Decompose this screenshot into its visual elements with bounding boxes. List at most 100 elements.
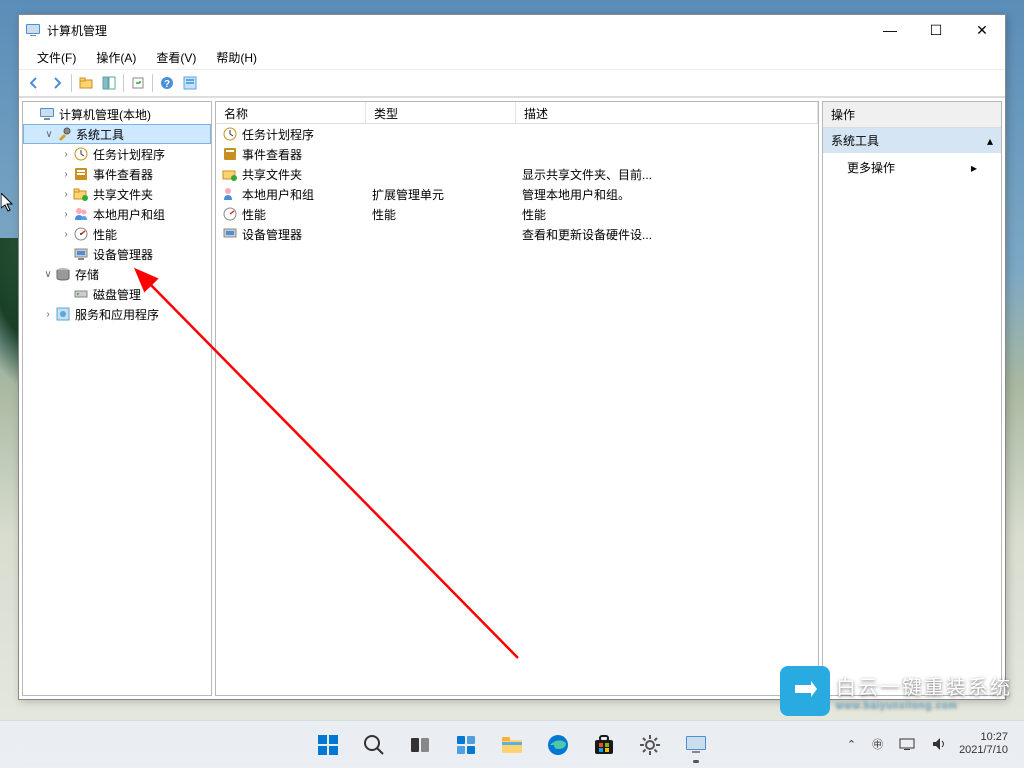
expand-icon[interactable]: › — [41, 309, 55, 320]
shared-icon — [222, 166, 238, 182]
minimize-button[interactable]: — — [867, 15, 913, 45]
toolbar: ? — [19, 69, 1005, 97]
widgets-button[interactable] — [446, 725, 486, 765]
expand-icon[interactable]: › — [59, 149, 73, 160]
tree-performance[interactable]: › 性能 — [23, 224, 211, 244]
tree-device-manager[interactable]: 设备管理器 — [23, 244, 211, 264]
expand-icon[interactable]: › — [59, 209, 73, 220]
tray-language-icon[interactable]: ㊥ — [868, 736, 887, 752]
actions-section[interactable]: 系统工具 ▴ — [823, 128, 1001, 153]
list-item-task-scheduler[interactable]: 任务计划程序 — [216, 124, 818, 144]
help-button[interactable]: ? — [156, 72, 178, 94]
tree-item-label: 设备管理器 — [93, 246, 153, 263]
clock-icon — [222, 126, 238, 142]
close-button[interactable]: ✕ — [959, 15, 1005, 45]
explorer-button[interactable] — [492, 725, 532, 765]
more-actions-link[interactable]: 更多操作 ▸ — [823, 153, 1001, 182]
toolbar-separator — [123, 74, 124, 92]
list-header: 名称 类型 描述 — [216, 102, 818, 124]
tree-task-scheduler[interactable]: › 任务计划程序 — [23, 144, 211, 164]
tray-network-icon[interactable] — [895, 736, 919, 752]
tray-chevron-icon[interactable]: ⌃ — [843, 738, 860, 751]
cell-desc: 显示共享文件夹、目前... — [516, 166, 818, 183]
tree-storage[interactable]: ∨ 存储 — [23, 264, 211, 284]
compmgmt-taskbar-button[interactable] — [676, 725, 716, 765]
tree-item-label: 性能 — [93, 226, 117, 243]
actions-header: 操作 — [823, 102, 1001, 128]
cell-desc: 管理本地用户和组。 — [516, 186, 818, 203]
cell-name: 共享文件夹 — [242, 166, 302, 183]
tree-root[interactable]: 计算机管理(本地) — [23, 104, 211, 124]
forward-button[interactable] — [46, 72, 68, 94]
maximize-button[interactable]: ☐ — [913, 15, 959, 45]
menu-action[interactable]: 操作(A) — [86, 47, 146, 68]
cell-name: 本地用户和组 — [242, 186, 314, 203]
toolbar-separator — [152, 74, 153, 92]
disk-icon — [73, 286, 89, 302]
tree-item-label: 任务计划程序 — [93, 146, 165, 163]
clock-icon — [73, 146, 89, 162]
tree-system-tools[interactable]: ∨ 系统工具 — [23, 124, 211, 144]
menu-file[interactable]: 文件(F) — [27, 47, 86, 68]
event-icon — [222, 146, 238, 162]
list-item-performance[interactable]: 性能 性能 性能 — [216, 204, 818, 224]
collapse-icon[interactable]: ∨ — [41, 269, 55, 280]
tree-event-viewer[interactable]: › 事件查看器 — [23, 164, 211, 184]
taskbar[interactable]: ⌃ ㊥ 10:27 2021/7/10 — [0, 720, 1024, 768]
expand-icon[interactable]: › — [59, 229, 73, 240]
performance-icon — [222, 206, 238, 222]
settings-button[interactable] — [630, 725, 670, 765]
list-item-local-users[interactable]: 本地用户和组 扩展管理单元 管理本地用户和组。 — [216, 184, 818, 204]
tray-volume-icon[interactable] — [927, 736, 951, 752]
taskbar-items — [308, 725, 716, 765]
expand-icon[interactable]: › — [59, 169, 73, 180]
tree-services-apps[interactable]: › 服务和应用程序 — [23, 304, 211, 324]
menu-help[interactable]: 帮助(H) — [206, 47, 267, 68]
services-icon — [55, 306, 71, 322]
edge-button[interactable] — [538, 725, 578, 765]
refresh-button[interactable] — [127, 72, 149, 94]
up-button[interactable] — [75, 72, 97, 94]
tray-clock[interactable]: 10:27 2021/7/10 — [959, 731, 1016, 757]
properties-button[interactable] — [179, 72, 201, 94]
tree-shared-folders[interactable]: › 共享文件夹 — [23, 184, 211, 204]
cell-type: 性能 — [366, 206, 516, 223]
device-icon — [73, 246, 89, 262]
tools-icon — [56, 126, 72, 142]
expand-icon[interactable]: › — [59, 189, 73, 200]
app-icon — [25, 22, 41, 38]
list-item-shared-folders[interactable]: 共享文件夹 显示共享文件夹、目前... — [216, 164, 818, 184]
list-item-device-manager[interactable]: 设备管理器 查看和更新设备硬件设... — [216, 224, 818, 244]
search-button[interactable] — [354, 725, 394, 765]
collapse-icon[interactable]: ∨ — [42, 129, 56, 140]
svg-text:?: ? — [164, 79, 170, 90]
shared-icon — [73, 186, 89, 202]
cell-name: 性能 — [242, 206, 266, 223]
start-button[interactable] — [308, 725, 348, 765]
tree-item-label: 共享文件夹 — [93, 186, 153, 203]
col-name[interactable]: 名称 — [216, 102, 366, 123]
list-body[interactable]: 任务计划程序 事件查看器 共享文件夹 显示共享文件夹、目前... 本地用户和组 … — [216, 124, 818, 695]
col-type[interactable]: 类型 — [366, 102, 516, 123]
toolbar-separator — [71, 74, 72, 92]
tree-item-label: 事件查看器 — [93, 166, 153, 183]
menu-view[interactable]: 查看(V) — [146, 47, 206, 68]
device-icon — [222, 226, 238, 242]
computer-icon — [39, 106, 55, 122]
tree-panel[interactable]: 计算机管理(本地) ∨ 系统工具 › 任务计划程序 › 事件查看器 › 共享文件… — [22, 101, 212, 696]
list-panel: 名称 类型 描述 任务计划程序 事件查看器 共享文件夹 显示 — [215, 101, 819, 696]
show-hide-tree-button[interactable] — [98, 72, 120, 94]
tree-item-label: 系统工具 — [76, 126, 124, 143]
taskview-button[interactable] — [400, 725, 440, 765]
list-item-event-viewer[interactable]: 事件查看器 — [216, 144, 818, 164]
system-tray[interactable]: ⌃ ㊥ 10:27 2021/7/10 — [843, 720, 1016, 768]
col-desc[interactable]: 描述 — [516, 102, 818, 123]
tree-disk-management[interactable]: 磁盘管理 — [23, 284, 211, 304]
cell-desc: 查看和更新设备硬件设... — [516, 226, 818, 243]
store-button[interactable] — [584, 725, 624, 765]
event-icon — [73, 166, 89, 182]
tree-local-users[interactable]: › 本地用户和组 — [23, 204, 211, 224]
titlebar[interactable]: 计算机管理 — ☐ ✕ — [19, 15, 1005, 45]
back-button[interactable] — [23, 72, 45, 94]
window-title: 计算机管理 — [47, 22, 867, 39]
